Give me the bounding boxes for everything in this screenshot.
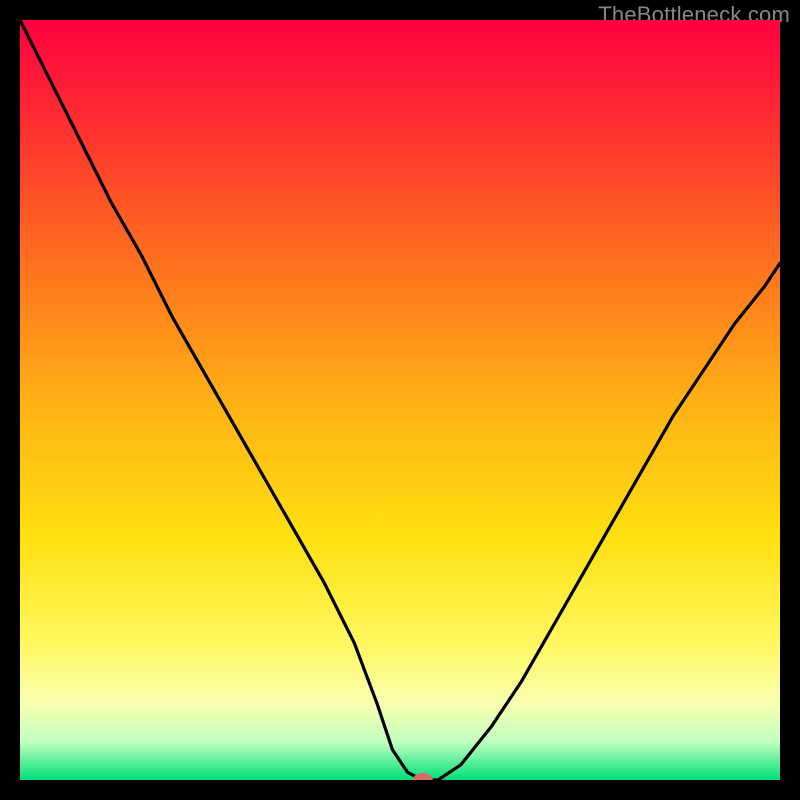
gradient-background	[20, 20, 780, 780]
bottleneck-chart	[20, 20, 780, 780]
chart-frame: TheBottleneck.com	[0, 0, 800, 800]
